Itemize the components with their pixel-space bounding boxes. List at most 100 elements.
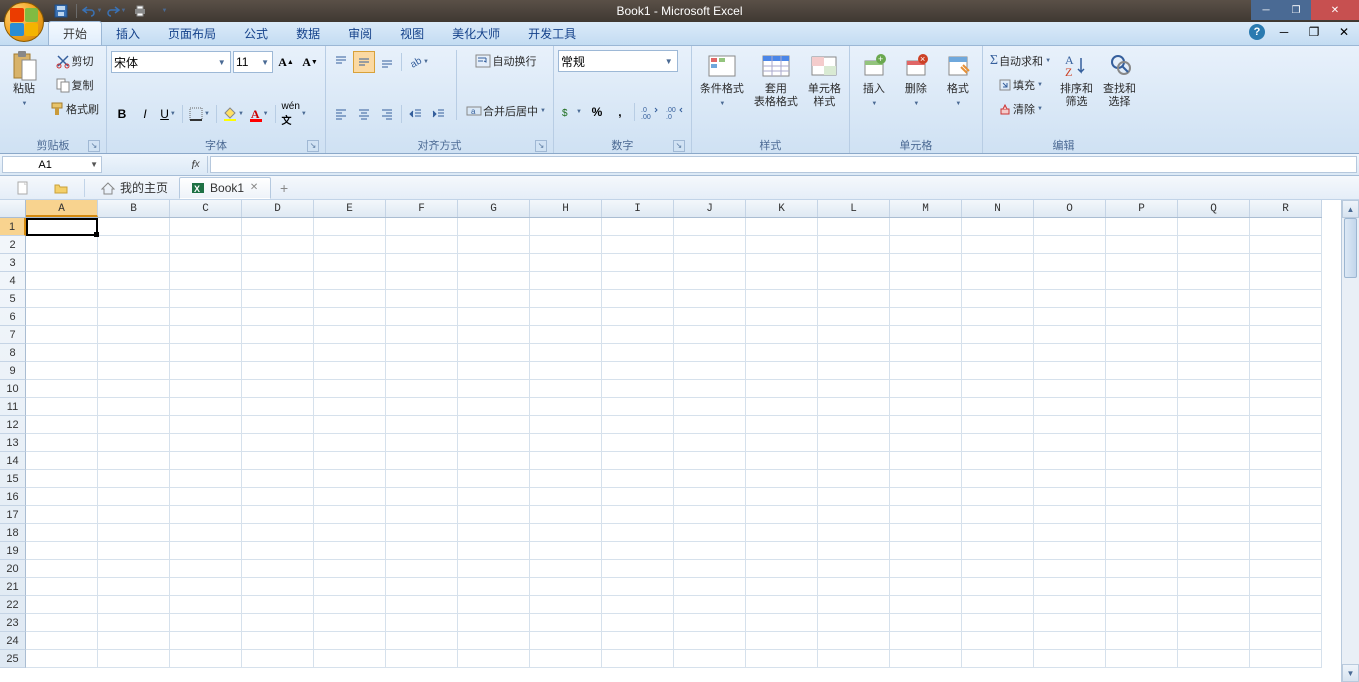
cell[interactable] (962, 614, 1034, 632)
cell[interactable] (1106, 236, 1178, 254)
grow-font-button[interactable]: A▲ (275, 51, 297, 73)
ribbon-minimize-button[interactable]: ─ (1273, 24, 1295, 40)
cell[interactable] (386, 326, 458, 344)
cell[interactable] (890, 362, 962, 380)
cell[interactable] (314, 434, 386, 452)
cell[interactable] (98, 524, 170, 542)
cell[interactable] (242, 380, 314, 398)
cell[interactable] (386, 218, 458, 236)
cell[interactable] (1178, 344, 1250, 362)
cell[interactable] (458, 488, 530, 506)
cell[interactable] (746, 272, 818, 290)
cell[interactable] (818, 326, 890, 344)
cell[interactable] (1034, 416, 1106, 434)
cell[interactable] (890, 524, 962, 542)
cut-button[interactable]: 剪切 (46, 50, 102, 72)
cell[interactable] (386, 290, 458, 308)
cell[interactable] (746, 344, 818, 362)
cell[interactable] (314, 488, 386, 506)
ribbon-tab-0[interactable]: 开始 (48, 21, 102, 45)
cell[interactable] (1178, 326, 1250, 344)
minimize-button[interactable]: ─ (1251, 0, 1281, 20)
row-header[interactable]: 6 (0, 308, 26, 326)
cell[interactable] (818, 308, 890, 326)
cell[interactable] (314, 272, 386, 290)
cell[interactable] (962, 272, 1034, 290)
row-header[interactable]: 4 (0, 272, 26, 290)
col-header[interactable]: B (98, 200, 170, 217)
clear-button[interactable]: 清除▼ (987, 98, 1054, 120)
cell[interactable] (1178, 434, 1250, 452)
cell[interactable] (458, 254, 530, 272)
cell[interactable] (386, 542, 458, 560)
cell[interactable] (26, 236, 98, 254)
cell[interactable] (674, 524, 746, 542)
scroll-thumb[interactable] (1344, 218, 1357, 278)
comma-button[interactable]: , (609, 101, 631, 123)
cell[interactable] (818, 488, 890, 506)
row-header[interactable]: 17 (0, 506, 26, 524)
cell[interactable] (26, 416, 98, 434)
cell[interactable] (674, 416, 746, 434)
cell[interactable] (314, 290, 386, 308)
cell[interactable] (1250, 218, 1322, 236)
cell[interactable] (458, 470, 530, 488)
cell[interactable] (1106, 434, 1178, 452)
cell[interactable] (602, 614, 674, 632)
cell[interactable] (674, 614, 746, 632)
cell[interactable] (314, 218, 386, 236)
cell[interactable] (818, 254, 890, 272)
cell[interactable] (530, 434, 602, 452)
cell[interactable] (1178, 218, 1250, 236)
chevron-down-icon[interactable]: ▼ (260, 58, 270, 67)
cell[interactable] (890, 434, 962, 452)
cell[interactable] (674, 434, 746, 452)
cell[interactable] (1034, 578, 1106, 596)
row-header[interactable]: 19 (0, 542, 26, 560)
cell[interactable] (1106, 344, 1178, 362)
cell[interactable] (242, 506, 314, 524)
cell[interactable] (386, 344, 458, 362)
cell[interactable] (242, 596, 314, 614)
cell[interactable] (1034, 524, 1106, 542)
cell[interactable] (1250, 524, 1322, 542)
cell[interactable] (1034, 614, 1106, 632)
cell[interactable] (530, 308, 602, 326)
cell[interactable] (674, 542, 746, 560)
cell[interactable] (602, 524, 674, 542)
ribbon-tab-8[interactable]: 开发工具 (514, 22, 590, 45)
cell[interactable] (26, 650, 98, 668)
cell[interactable] (98, 470, 170, 488)
cell[interactable] (98, 290, 170, 308)
cell[interactable] (674, 272, 746, 290)
cell[interactable] (890, 308, 962, 326)
cell[interactable] (1178, 272, 1250, 290)
cell[interactable] (458, 308, 530, 326)
cell[interactable] (962, 488, 1034, 506)
cell[interactable] (98, 254, 170, 272)
row-header[interactable]: 24 (0, 632, 26, 650)
cell[interactable] (386, 236, 458, 254)
cell[interactable] (458, 542, 530, 560)
cell[interactable] (602, 308, 674, 326)
cell[interactable] (170, 578, 242, 596)
merge-center-button[interactable]: a合并后居中▼ (463, 100, 549, 122)
cell[interactable] (1034, 380, 1106, 398)
cell[interactable] (602, 290, 674, 308)
cell[interactable] (1250, 542, 1322, 560)
cell[interactable] (170, 254, 242, 272)
cell[interactable] (530, 326, 602, 344)
ribbon-tab-3[interactable]: 公式 (230, 22, 282, 45)
cell[interactable] (98, 326, 170, 344)
formula-input[interactable] (210, 156, 1357, 173)
cell[interactable] (962, 506, 1034, 524)
clipboard-launcher-icon[interactable]: ↘ (88, 140, 100, 152)
cell[interactable] (458, 272, 530, 290)
cell[interactable] (98, 632, 170, 650)
col-header[interactable]: L (818, 200, 890, 217)
cell[interactable] (818, 614, 890, 632)
cell[interactable] (458, 560, 530, 578)
cell[interactable] (386, 452, 458, 470)
cell[interactable] (458, 218, 530, 236)
cell[interactable] (530, 596, 602, 614)
